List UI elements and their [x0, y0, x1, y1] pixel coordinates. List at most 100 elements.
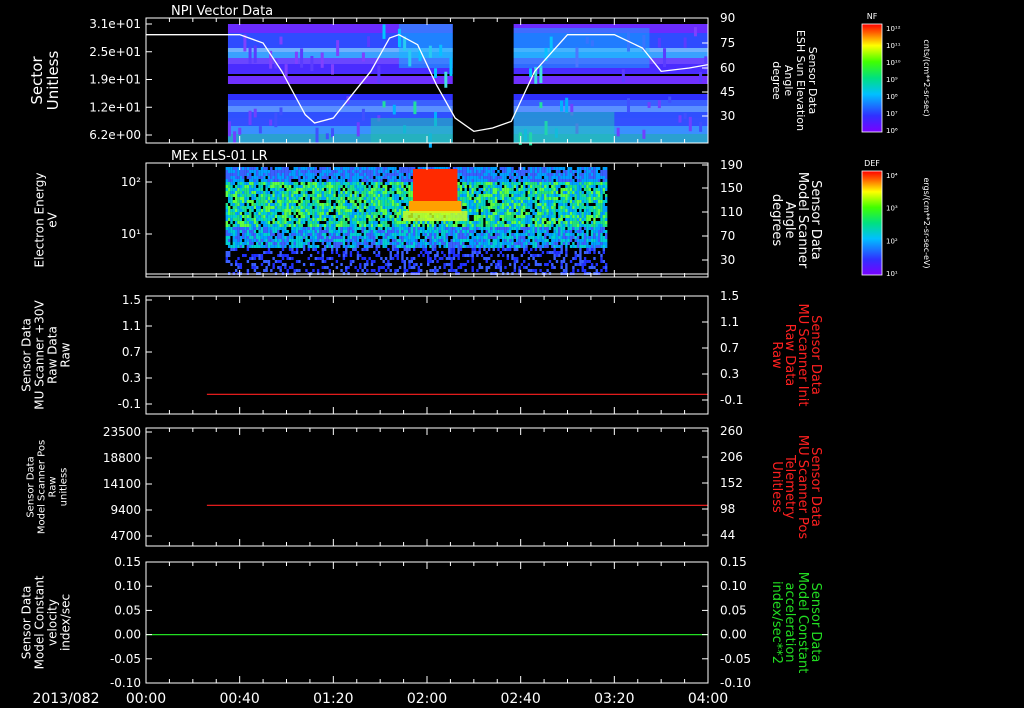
spectrogram-cell — [246, 239, 250, 242]
spectrogram-cell — [494, 176, 498, 179]
spectrogram-cell — [408, 194, 411, 197]
spectrogram-cell — [349, 251, 353, 254]
spectrogram-cell — [494, 197, 498, 200]
spectrogram-cell — [597, 209, 601, 212]
spectrogram-cell — [389, 173, 392, 176]
spectrogram-cell — [473, 221, 477, 224]
spectrogram-cell — [579, 197, 582, 200]
spectrogram-cell — [487, 242, 491, 245]
spectrogram-cell — [508, 242, 512, 245]
spectrogram-cell — [300, 167, 303, 170]
spectrogram-cell — [265, 236, 268, 239]
spectrogram-cell — [537, 188, 540, 191]
spectrogram-cell — [249, 167, 252, 170]
spectrogram-cell — [237, 233, 240, 236]
spectrogram-cell — [270, 242, 273, 245]
spectrogram-cell — [537, 221, 540, 224]
spectrogram-cell — [321, 215, 325, 218]
spectrogram-cell — [473, 203, 477, 206]
spectrogram-cell — [527, 212, 531, 215]
spectrogram-cell — [464, 269, 467, 272]
spectrogram-cell — [345, 230, 348, 233]
spectrogram-cell — [523, 230, 526, 233]
spectrogram-cell — [361, 212, 364, 215]
spectrogram-cell — [436, 221, 439, 224]
spectrogram-cell — [511, 206, 514, 209]
spectrogram-cell — [335, 260, 339, 263]
spectrogram-cell — [572, 257, 575, 260]
spectrogram-cell — [478, 173, 481, 176]
spectrogram-cell — [541, 224, 545, 227]
spectrogram-cell — [562, 176, 566, 179]
spectrogram-cell — [300, 221, 303, 224]
spectrogram-cell — [600, 227, 603, 230]
spectrogram-cell — [600, 197, 603, 200]
spectrogram-cell — [476, 218, 479, 221]
spectrogram-cell — [328, 200, 332, 203]
spectrogram-cell — [394, 248, 397, 251]
spectrogram-cell — [335, 248, 339, 251]
spectrogram-cell — [480, 221, 484, 224]
spectrogram-cell — [260, 257, 264, 260]
spectrogram-cell — [508, 212, 512, 215]
spectrogram-cell — [389, 176, 392, 179]
spectrogram-cell — [321, 224, 325, 227]
spectrogram-cell — [373, 197, 376, 200]
spectrogram-cell — [604, 212, 608, 215]
spectrogram-cell — [227, 197, 231, 200]
spectrogram-cell — [548, 224, 552, 227]
right-tick-label: 190 — [720, 158, 743, 172]
spectrogram-cell — [565, 221, 568, 224]
spectrogram-cell — [232, 209, 236, 212]
spectrogram-cell — [487, 170, 491, 173]
spectrogram-cell — [579, 191, 582, 194]
spectrogram-cell — [555, 251, 559, 254]
spectrogram-cell — [405, 173, 409, 176]
spectrogram-cell — [281, 209, 285, 212]
spectrogram-cell — [504, 197, 507, 200]
spectrogram-cell — [305, 215, 308, 218]
spectrogram-cell — [363, 170, 367, 173]
spectrogram-cell — [328, 206, 332, 209]
spectrogram-cell — [574, 221, 577, 224]
spectrogram-cell — [349, 227, 353, 230]
spectrogram-cell — [249, 212, 252, 215]
spectrogram-cell — [464, 254, 467, 257]
spectrogram-cell — [260, 227, 264, 230]
spectrogram-cell — [546, 206, 549, 209]
spectrogram-cell — [363, 203, 367, 206]
spectrogram-cell — [569, 245, 573, 248]
spectrogram-cell — [234, 236, 238, 239]
spectrogram-cell — [232, 236, 236, 239]
spectrogram-cell — [352, 215, 355, 218]
spectrogram-cell — [319, 170, 322, 173]
spectrogram-cell — [263, 179, 266, 182]
spectrogram-cell — [375, 248, 378, 251]
spectrogram-cell — [579, 248, 582, 251]
spectrogram-cell — [546, 242, 549, 245]
spectrogram-cell — [527, 179, 531, 182]
spectrogram-cell — [316, 212, 320, 215]
spectrogram-cell — [581, 218, 584, 221]
spectrogram-cell — [581, 266, 584, 269]
spectrogram-cell — [560, 227, 563, 230]
spectrogram-cell — [377, 233, 381, 236]
spectrogram-cell — [581, 236, 584, 239]
spectrogram-cell — [375, 212, 378, 215]
spectrogram-cell — [244, 200, 247, 203]
spectrogram-cell — [284, 197, 287, 200]
spectrogram-cell — [294, 51, 298, 64]
spectrogram-cell — [546, 173, 549, 176]
spectrogram-cell — [368, 212, 371, 215]
spectrogram-cell — [604, 185, 608, 188]
spectrogram-cell — [389, 179, 392, 182]
spectrogram-cell — [375, 173, 378, 176]
spectrogram-cell — [408, 245, 411, 248]
spectrogram-cell — [466, 239, 470, 242]
spectrogram-cell — [377, 188, 381, 191]
spectrogram-cell — [366, 176, 369, 179]
left-tick-label: 10² — [121, 175, 141, 189]
spectrogram-cell — [574, 212, 577, 215]
spectrogram-cell — [553, 236, 556, 239]
spectrogram-cell — [260, 197, 264, 200]
